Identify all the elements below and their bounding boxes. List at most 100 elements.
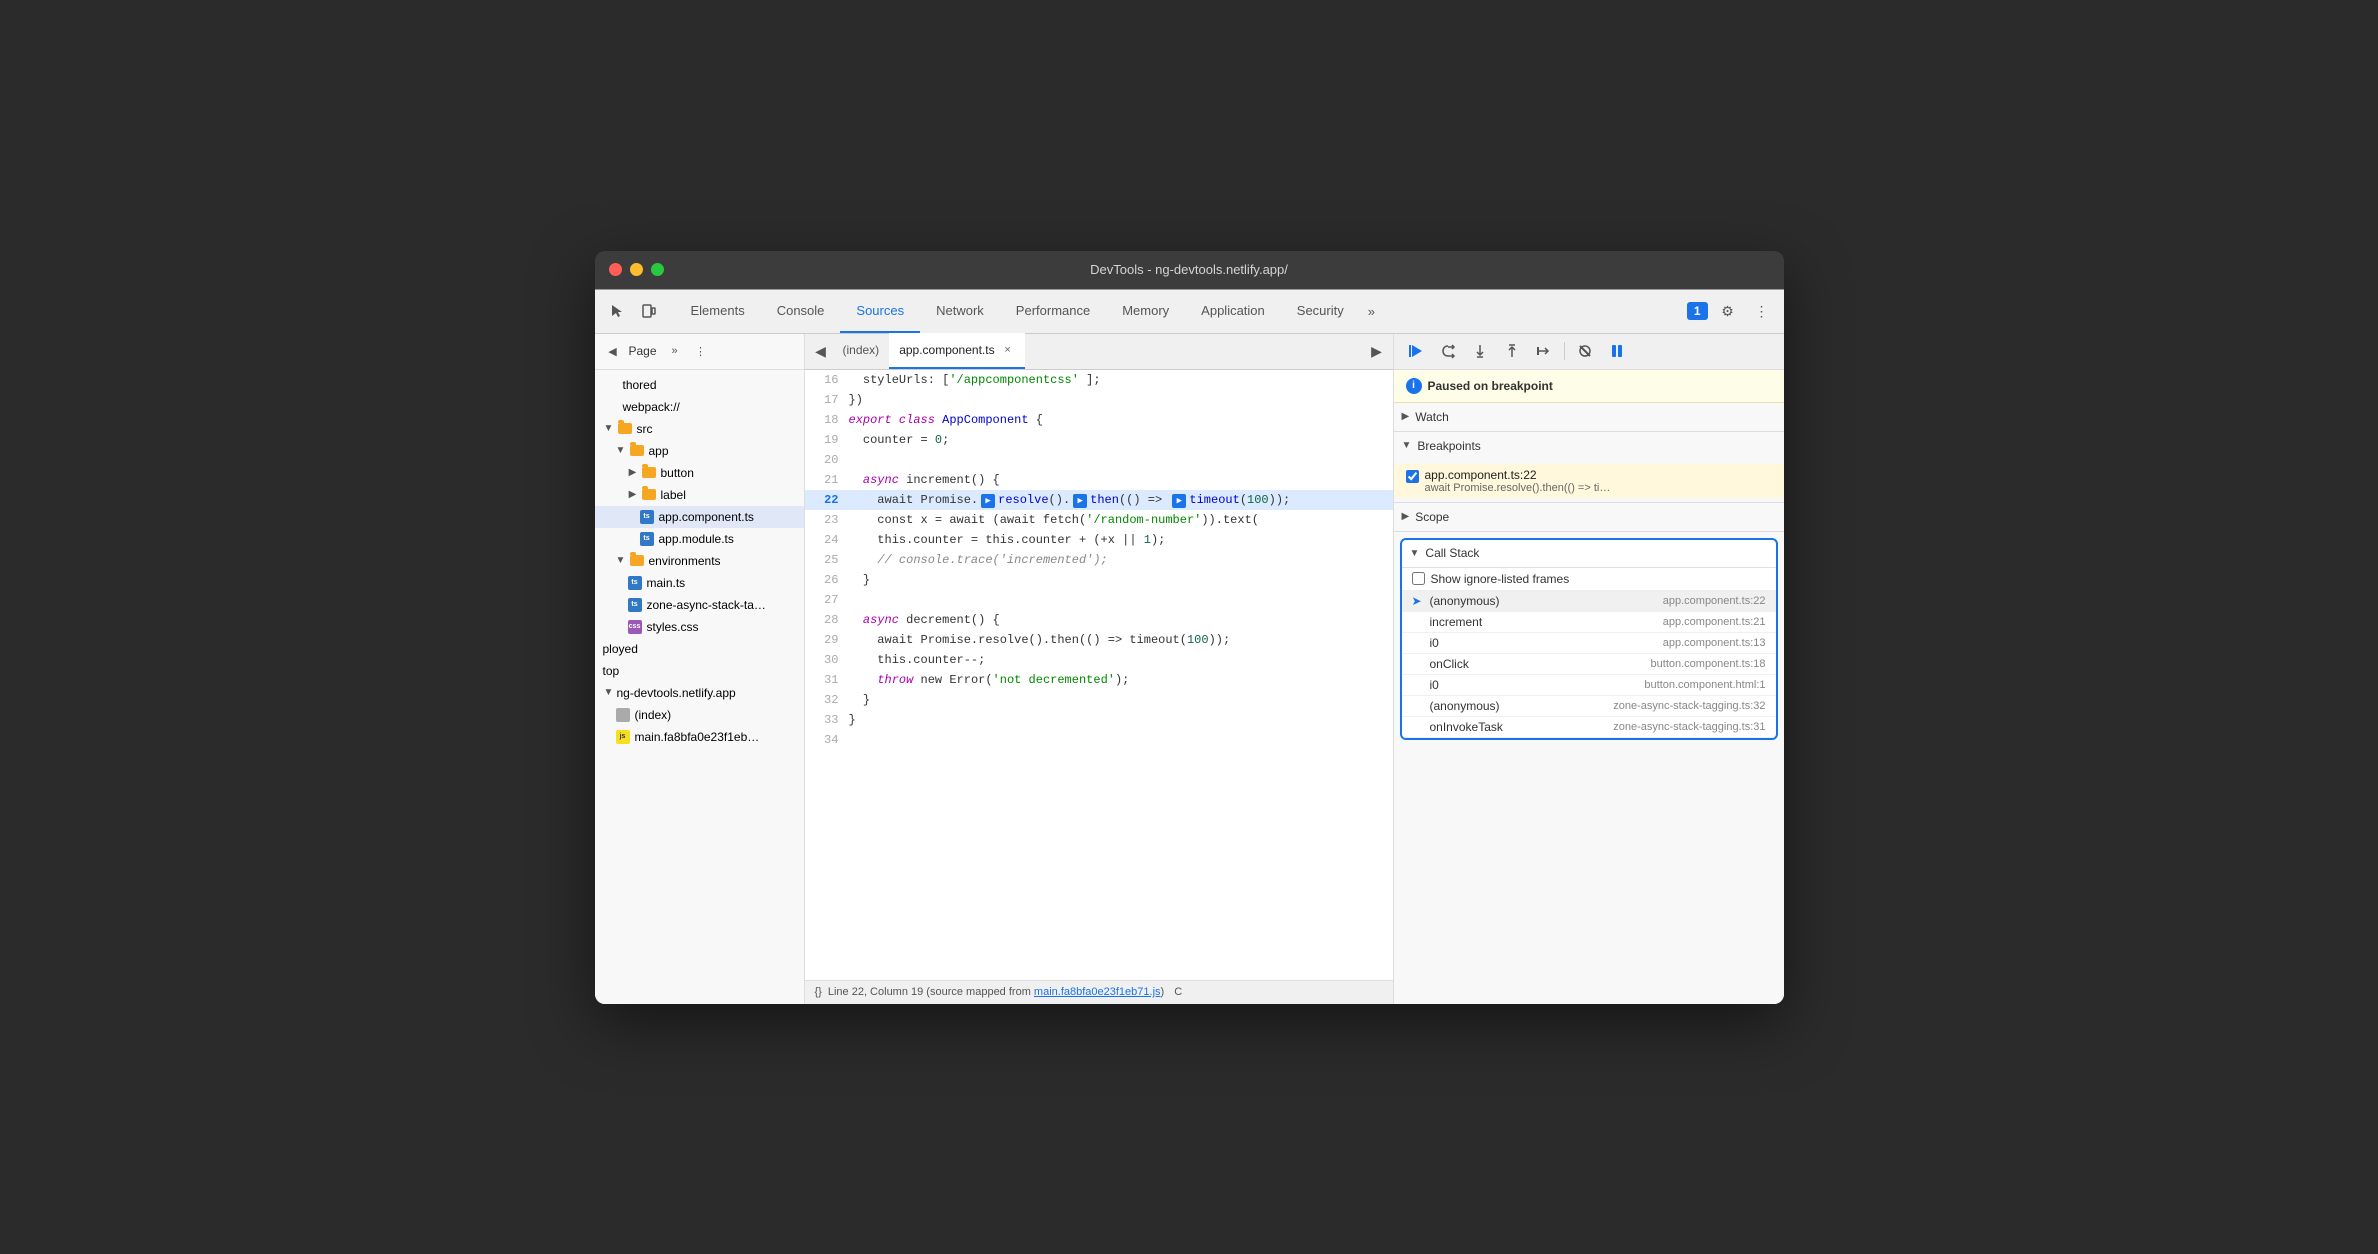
tree-item-main-fa8bfa[interactable]: js main.fa8bfa0e23f1eb…: [595, 726, 804, 748]
pause-exceptions-btn[interactable]: [1603, 337, 1631, 365]
frame-location: button.component.html:1: [1644, 679, 1765, 691]
watch-header[interactable]: ▶ Watch: [1394, 403, 1784, 431]
text-icon: [603, 377, 619, 393]
close-button[interactable]: [609, 263, 622, 276]
tree-item-top[interactable]: top: [595, 660, 804, 682]
code-line-16: 16 styleUrls: ['/appcomponentcss' ];: [805, 370, 1393, 390]
sidebar-more-btn[interactable]: »: [665, 341, 685, 361]
main-area: ◀ Page » ⋮ thored webpack:// ▼: [595, 334, 1784, 1004]
tab-security[interactable]: Security: [1281, 289, 1360, 333]
resume-btn[interactable]: [1402, 337, 1430, 365]
toolbar-icons: [603, 297, 663, 325]
tree-item-thored[interactable]: thored: [595, 374, 804, 396]
scope-toggle-icon: ▶: [1402, 511, 1410, 522]
stack-frame-i0-html[interactable]: i0 button.component.html:1: [1402, 675, 1776, 696]
code-line-17: 17 }): [805, 390, 1393, 410]
tab-network[interactable]: Network: [920, 289, 1000, 333]
tab-memory[interactable]: Memory: [1106, 289, 1185, 333]
tree-label: ng-devtools.netlify.app: [617, 686, 736, 700]
stack-frame-i0[interactable]: i0 app.component.ts:13: [1402, 633, 1776, 654]
step-into-btn[interactable]: [1466, 337, 1494, 365]
format-icon[interactable]: {}: [815, 986, 822, 998]
tree-item-main-ts[interactable]: ts main.ts: [595, 572, 804, 594]
menu-btn[interactable]: ⋮: [1748, 297, 1776, 325]
step-btn[interactable]: [1530, 337, 1558, 365]
tree-label: environments: [649, 554, 721, 568]
sidebar-back-btn[interactable]: ◀: [603, 341, 623, 361]
editor-tabs: ◀ (index) app.component.ts × ▶: [805, 334, 1393, 370]
step-out-btn[interactable]: [1498, 337, 1526, 365]
scope-header[interactable]: ▶ Scope: [1394, 503, 1784, 531]
tree-item-button[interactable]: ▶ button: [595, 462, 804, 484]
callstack-toggle-icon: ▼: [1410, 548, 1420, 559]
ignore-frames-checkbox[interactable]: [1412, 572, 1425, 585]
tree-item-environments[interactable]: ▼ environments: [595, 550, 804, 572]
top-toolbar: Elements Console Sources Network Perform…: [595, 290, 1784, 334]
line-content: [849, 730, 1393, 750]
tree-label: styles.css: [647, 620, 699, 634]
editor-back-btn[interactable]: ◀: [809, 339, 833, 363]
tab-application[interactable]: Application: [1185, 289, 1281, 333]
device-icon-btn[interactable]: [635, 297, 663, 325]
line-number: 33: [805, 710, 849, 730]
devtools-body: Elements Console Sources Network Perform…: [595, 289, 1784, 1004]
tree-item-label[interactable]: ▶ label: [595, 484, 804, 506]
editor-tab-index[interactable]: (index): [833, 333, 890, 369]
line-number: 31: [805, 670, 849, 690]
traffic-lights: [609, 263, 664, 276]
tree-item-app-module-ts[interactable]: ts app.module.ts: [595, 528, 804, 550]
tree-item-app-component-ts[interactable]: ts app.component.ts: [595, 506, 804, 528]
file-sidebar: ◀ Page » ⋮ thored webpack:// ▼: [595, 334, 805, 1004]
tab-sources[interactable]: Sources: [840, 289, 920, 333]
tab-console[interactable]: Console: [761, 289, 841, 333]
editor-tab-app-component[interactable]: app.component.ts ×: [889, 333, 1024, 369]
ts-file-icon: ts: [627, 597, 643, 613]
scope-label: Scope: [1415, 510, 1449, 524]
line-number: 18: [805, 410, 849, 430]
minimize-button[interactable]: [630, 263, 643, 276]
tab-elements[interactable]: Elements: [675, 289, 761, 333]
breakpoint-info: app.component.ts:22 await Promise.resolv…: [1425, 468, 1772, 494]
code-line-34: 34: [805, 730, 1393, 750]
chevron-down-icon: ▼: [615, 555, 627, 567]
tree-item-zone-async[interactable]: ts zone-async-stack-ta…: [595, 594, 804, 616]
chevron-down-icon: ▼: [603, 687, 615, 699]
stack-frame-anonymous-zone[interactable]: (anonymous) zone-async-stack-tagging.ts:…: [1402, 696, 1776, 717]
more-tabs-btn[interactable]: »: [1360, 289, 1383, 333]
tree-item-app[interactable]: ▼ app: [595, 440, 804, 462]
line-number: 28: [805, 610, 849, 630]
source-map-link[interactable]: main.fa8bfa0e23f1eb71.js: [1034, 986, 1161, 998]
notification-badge[interactable]: 1: [1687, 302, 1708, 320]
maximize-button[interactable]: [651, 263, 664, 276]
code-line-19: 19 counter = 0;: [805, 430, 1393, 450]
stack-frame-onclick[interactable]: onClick button.component.ts:18: [1402, 654, 1776, 675]
tree-item-ployed[interactable]: ployed: [595, 638, 804, 660]
step-over-btn[interactable]: [1434, 337, 1462, 365]
tree-item-webpack[interactable]: webpack://: [595, 396, 804, 418]
tree-label: app: [649, 444, 669, 458]
sidebar-menu-btn[interactable]: ⋮: [691, 341, 711, 361]
chevron-down-icon: ▼: [615, 445, 627, 457]
deactivate-btn[interactable]: [1571, 337, 1599, 365]
cursor-icon-btn[interactable]: [603, 297, 631, 325]
line-number: 34: [805, 730, 849, 750]
file-tree: thored webpack:// ▼ src ▼: [595, 370, 804, 1004]
tree-item-src[interactable]: ▼ src: [595, 418, 804, 440]
call-stack-header[interactable]: ▼ Call Stack: [1402, 540, 1776, 568]
editor-jump-btn[interactable]: ▶: [1365, 339, 1389, 363]
code-line-27: 27: [805, 590, 1393, 610]
stack-frame-anonymous[interactable]: ➤ (anonymous) app.component.ts:22: [1402, 591, 1776, 612]
stack-frame-oninvoketask[interactable]: onInvokeTask zone-async-stack-tagging.ts…: [1402, 717, 1776, 738]
tree-item-styles-css[interactable]: css styles.css: [595, 616, 804, 638]
line-content: [849, 450, 1393, 470]
tab-performance[interactable]: Performance: [1000, 289, 1106, 333]
tree-item-ng-devtools[interactable]: ▼ ng-devtools.netlify.app: [595, 682, 804, 704]
code-editor[interactable]: 16 styleUrls: ['/appcomponentcss' ]; 17 …: [805, 370, 1393, 980]
tree-item-index[interactable]: (index): [595, 704, 804, 726]
breakpoints-header[interactable]: ▼ Breakpoints: [1394, 432, 1784, 460]
tab-close-btn[interactable]: ×: [1001, 343, 1015, 357]
stack-frame-increment[interactable]: increment app.component.ts:21: [1402, 612, 1776, 633]
settings-btn[interactable]: ⚙: [1714, 297, 1742, 325]
breakpoint-checkbox[interactable]: [1406, 470, 1419, 483]
folder-icon: [629, 553, 645, 569]
